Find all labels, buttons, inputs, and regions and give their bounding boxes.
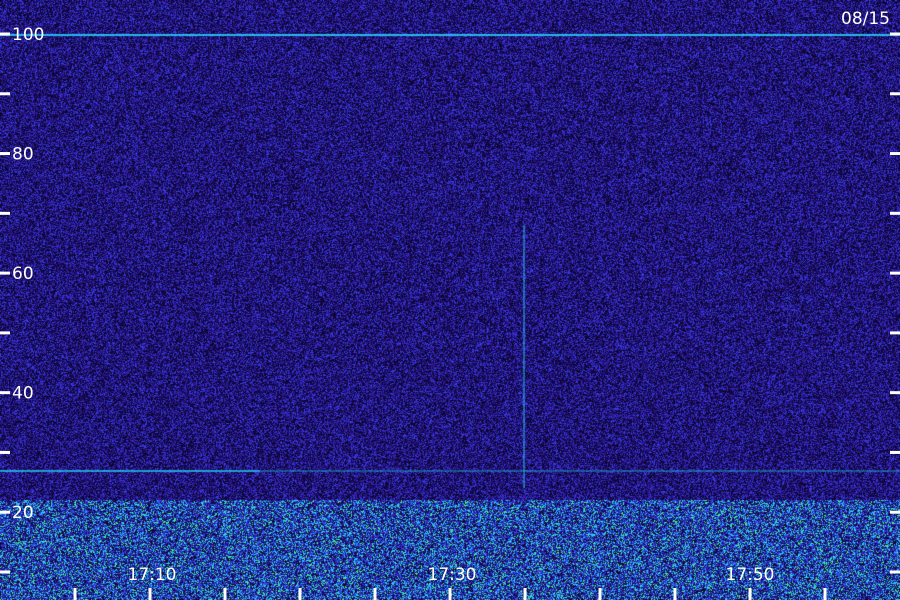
spectrogram-chart: 20 40 60 80 100 17:10 17:30 17:50 08/15	[0, 0, 900, 600]
spectrogram-image	[0, 0, 900, 600]
